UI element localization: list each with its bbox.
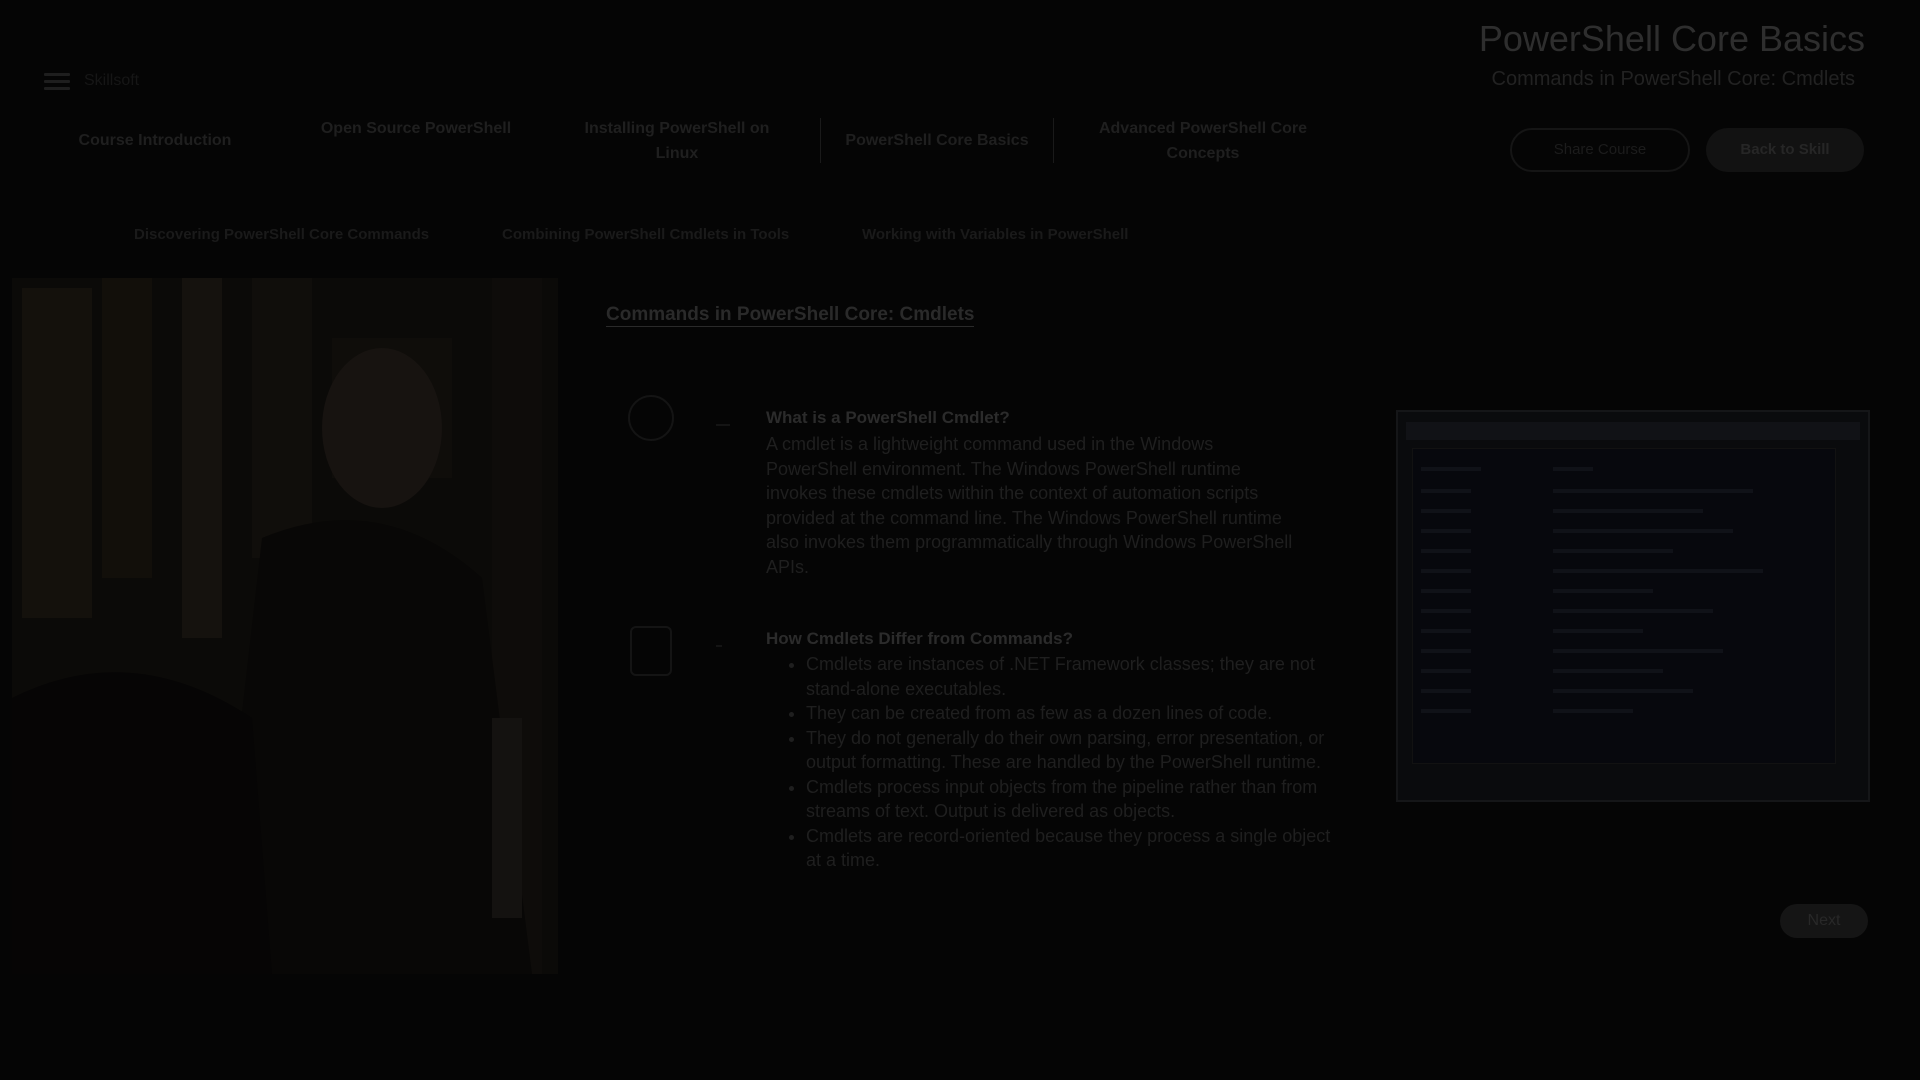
block2-heading: How Cmdlets Differ from Commands?: [766, 629, 1073, 648]
clipboard-icon: [630, 626, 672, 676]
nav-advanced-powershell-concepts[interactable]: Advanced PowerShell Core Concepts: [1098, 116, 1308, 166]
back-to-skill-button[interactable]: Back to Skill: [1706, 128, 1864, 172]
question-bubble-icon: [628, 395, 674, 441]
window-titlebar: [1406, 422, 1860, 440]
block1-text: A cmdlet is a lightweight command used i…: [766, 434, 1293, 577]
powershell-screenshot-image[interactable]: [1396, 410, 1870, 802]
subnav-item-combining[interactable]: Combining PowerShell Cmdlets in Tools: [502, 226, 789, 243]
subnav-item-variables[interactable]: Working with Variables in PowerShell: [862, 226, 1128, 243]
next-button[interactable]: Next: [1780, 904, 1868, 938]
list-item: They do not generally do their own parsi…: [806, 726, 1336, 775]
block1-heading: What is a PowerShell Cmdlet?: [766, 408, 1010, 427]
section-title: Commands in PowerShell Core: Cmdlets: [606, 304, 975, 327]
divider-dash: [716, 424, 730, 426]
course-subtitle: Commands in PowerShell Core: Cmdlets: [1491, 68, 1855, 90]
list-item: Cmdlets are record-oriented because they…: [806, 824, 1336, 873]
list-item: Cmdlets process input objects from the p…: [806, 775, 1336, 824]
hamburger-menu-icon[interactable]: [44, 73, 70, 91]
brand-logo-text: Skillsoft: [84, 72, 140, 89]
share-course-button[interactable]: Share Course: [1510, 128, 1690, 172]
nav-powershell-core-basics[interactable]: PowerShell Core Basics: [820, 118, 1054, 163]
instructor-photo: [12, 278, 558, 974]
block2-bullet-list: Cmdlets are instances of .NET Framework …: [766, 652, 1336, 873]
nav-installing-powershell-linux[interactable]: Installing PowerShell on Linux: [572, 116, 782, 166]
divider-dot: [716, 645, 722, 647]
course-title: PowerShell Core Basics: [1478, 18, 1865, 59]
nav-open-source-powershell[interactable]: Open Source PowerShell: [312, 116, 520, 141]
subnav-item-discovering[interactable]: Discovering PowerShell Core Commands: [134, 226, 429, 243]
list-item: They can be created from as few as a doz…: [806, 701, 1336, 726]
console-output: [1412, 448, 1836, 764]
list-item: Cmdlets are instances of .NET Framework …: [806, 652, 1336, 701]
nav-course-introduction[interactable]: Course Introduction: [50, 128, 260, 153]
